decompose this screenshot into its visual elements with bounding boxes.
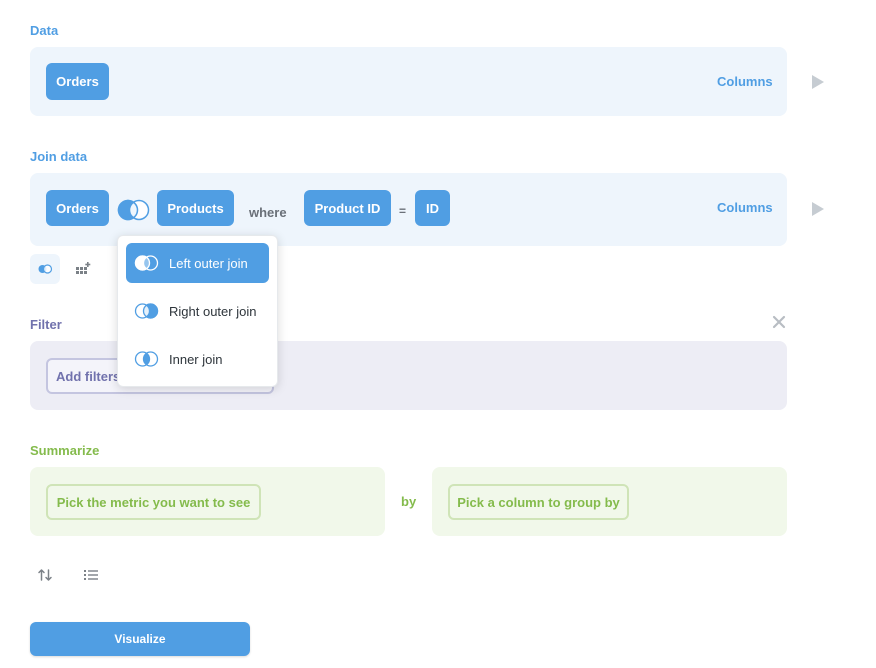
join-right-column-pill[interactable]: ID (415, 190, 450, 226)
join-step-label: Join data (30, 149, 88, 164)
sort-button[interactable] (30, 560, 60, 590)
pick-group-button[interactable]: Pick a column to group by (448, 484, 629, 520)
sort-icon (38, 569, 52, 581)
join-type-toggle[interactable] (116, 198, 152, 222)
join-option-left-outer[interactable]: Left outer join (126, 243, 269, 283)
data-step-label: Data (30, 23, 59, 38)
pick-metric-button[interactable]: Pick the metric you want to see (46, 484, 261, 520)
data-preview-play-icon[interactable] (812, 75, 824, 89)
join-type-popover: Left outer join Right outer join Inner j… (117, 235, 278, 387)
row-limit-button[interactable] (76, 560, 106, 590)
add-custom-column-button[interactable] (68, 254, 98, 284)
join-columns-link[interactable]: Columns (717, 200, 773, 215)
join-option-label: Right outer join (169, 303, 257, 319)
filter-step-label: Filter (30, 317, 62, 332)
join-option-right-outer[interactable]: Right outer join (126, 291, 269, 331)
join-operator[interactable]: = (399, 204, 406, 218)
join-option-label: Inner join (169, 351, 223, 367)
left-join-icon (134, 255, 159, 271)
join-left-table-pill: Orders (46, 190, 109, 226)
visualize-button[interactable]: Visualize (30, 622, 250, 656)
summarize-by-text: by (401, 494, 417, 509)
inner-join-icon (134, 351, 159, 367)
data-columns-link[interactable]: Columns (717, 74, 773, 89)
join-option-label: Left outer join (169, 255, 248, 271)
join-icon (38, 264, 53, 274)
add-join-button[interactable] (30, 254, 60, 284)
filter-remove-icon[interactable] (772, 315, 786, 334)
join-preview-play-icon[interactable] (812, 202, 824, 216)
list-icon (84, 570, 98, 580)
right-join-icon (134, 303, 159, 319)
data-table-pill[interactable]: Orders (46, 63, 109, 100)
data-step-box (30, 47, 787, 116)
summarize-step-label: Summarize (30, 443, 100, 458)
add-column-icon (76, 262, 91, 274)
join-left-column-pill[interactable]: Product ID (304, 190, 391, 226)
join-option-inner[interactable]: Inner join (126, 339, 269, 379)
join-where-text: where (249, 205, 287, 220)
join-right-table-pill[interactable]: Products (157, 190, 234, 226)
left-join-icon (117, 199, 150, 221)
